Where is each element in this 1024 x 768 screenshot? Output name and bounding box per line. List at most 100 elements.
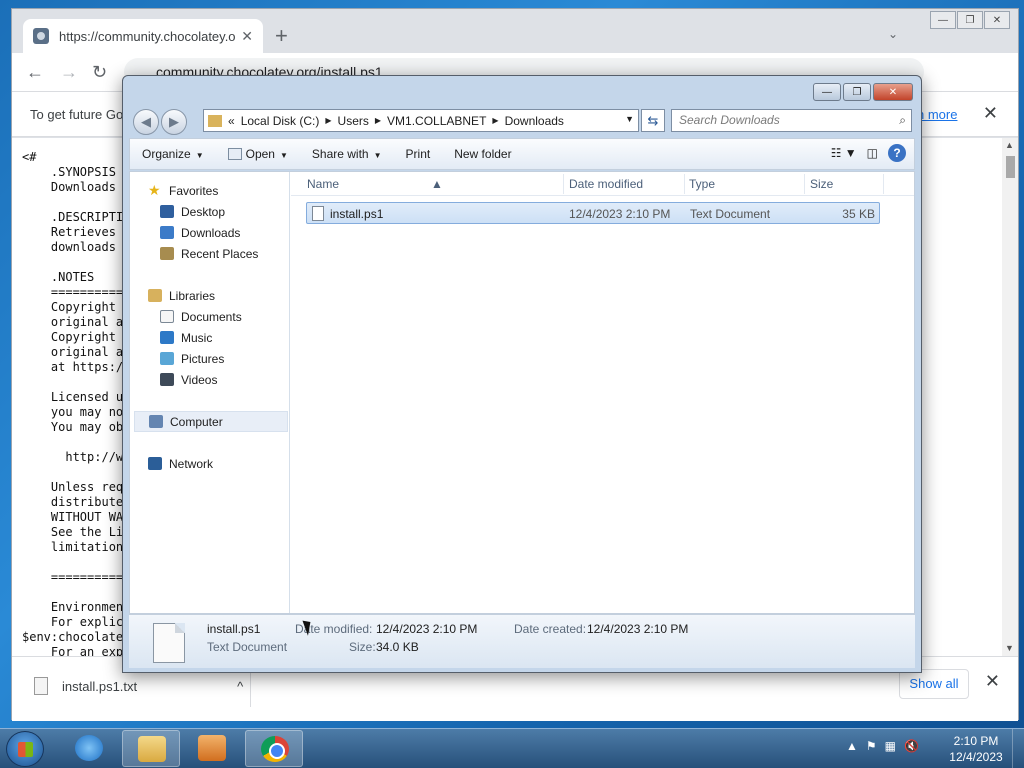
nav-label: Videos [181, 372, 218, 387]
nav-downloads[interactable]: Downloads [160, 222, 240, 243]
forward-icon[interactable]: → [60, 62, 78, 83]
breadcrumb-item[interactable]: Local Disk (C:) [241, 114, 320, 128]
help-icon[interactable]: ? [888, 144, 906, 162]
nav-label: Downloads [181, 225, 241, 240]
scroll-thumb[interactable] [1006, 156, 1015, 178]
share-with-label: Share with [311, 147, 369, 161]
chevron-down-icon[interactable]: ▼ [625, 114, 634, 124]
taskbar-internet-explorer[interactable] [60, 730, 118, 767]
nav-documents[interactable]: Documents [160, 306, 242, 327]
minimize-button[interactable]: — [813, 83, 841, 101]
search-input[interactable]: Search Downloads ⌕ [671, 109, 912, 132]
close-button[interactable]: ✕ [984, 11, 1010, 29]
back-button[interactable]: ◀ [133, 109, 159, 135]
script-text: <# .SYNOPSIS Downloads .DESCRIPTI Retrie… [22, 150, 124, 656]
close-button[interactable]: ✕ [873, 83, 913, 101]
taskbar-media-player[interactable] [183, 730, 241, 767]
chevron-right-icon[interactable]: ▶ [325, 116, 331, 125]
file-row[interactable]: install.ps1 12/4/2023 2:10 PM Text Docum… [306, 202, 880, 224]
maximize-button[interactable]: ❐ [843, 83, 871, 101]
clock-date: 12/4/2023 [949, 750, 1003, 764]
nav-videos[interactable]: Videos [160, 369, 217, 390]
nav-label: Music [181, 330, 213, 345]
nav-favorites[interactable]: ★ Favorites [148, 180, 218, 201]
download-item[interactable]: install.ps1.txt ^ [34, 675, 243, 697]
info-bar-close-icon[interactable]: ✕ [983, 103, 998, 124]
column-date-modified[interactable]: Date modified [569, 177, 643, 191]
open-button[interactable]: Open ▼ [216, 147, 300, 161]
chevron-up-icon[interactable]: ^ [237, 679, 243, 694]
action-center-icon[interactable]: ⚑ [866, 739, 877, 753]
system-tray: ▲ ⚑ ▦ 🔇 [846, 739, 927, 753]
new-folder-button[interactable]: New folder [442, 147, 523, 161]
nav-music[interactable]: Music [160, 327, 212, 348]
videos-icon [160, 373, 174, 386]
nav-network[interactable]: Network [148, 453, 213, 474]
divider[interactable] [563, 174, 564, 194]
file-list: Name ▲ Date modified Type Size install.p… [291, 172, 914, 613]
file-size: 35 KB [842, 207, 875, 221]
volume-muted-icon[interactable]: 🔇 [904, 739, 919, 753]
internet-explorer-icon [75, 735, 103, 761]
column-size[interactable]: Size [810, 177, 833, 191]
forward-button[interactable]: ▶ [161, 109, 187, 135]
nav-desktop[interactable]: Desktop [160, 201, 225, 222]
scroll-down-icon[interactable]: ▼ [1005, 643, 1014, 653]
page-scrollbar[interactable]: ▲ ▼ [1002, 138, 1018, 656]
explorer-title-bar[interactable]: — ❐ ✕ [123, 76, 921, 106]
view-options-icon[interactable]: ☷ ▼ [831, 146, 857, 160]
network-icon[interactable]: ▦ [885, 739, 896, 753]
minimize-button[interactable]: — [930, 11, 956, 29]
browser-tab[interactable]: https://community.chocolatey.or ✕ [23, 19, 263, 53]
print-button[interactable]: Print [394, 147, 443, 161]
document-icon [227, 148, 242, 160]
divider[interactable] [883, 174, 884, 194]
nav-recent-places[interactable]: Recent Places [160, 243, 258, 264]
clock[interactable]: 2:10 PM 12/4/2023 [936, 733, 1016, 765]
show-all-button[interactable]: Show all [899, 669, 969, 699]
pictures-icon [160, 352, 174, 365]
download-filename[interactable]: install.ps1.txt [62, 679, 137, 694]
taskbar-chrome[interactable] [245, 730, 303, 767]
chevron-right-icon[interactable]: ▶ [375, 116, 381, 125]
share-with-button[interactable]: Share with ▼ [300, 147, 394, 161]
start-button[interactable] [6, 731, 44, 767]
address-breadcrumb[interactable]: « Local Disk (C:) ▶ Users ▶ VM1.COLLABNE… [203, 109, 639, 132]
scroll-up-icon[interactable]: ▲ [1005, 140, 1014, 150]
breadcrumb-item[interactable]: Users [338, 114, 369, 128]
preview-pane-icon[interactable]: ◫ [867, 146, 878, 160]
column-name[interactable]: Name [307, 177, 339, 191]
nav-computer[interactable]: Computer [134, 411, 288, 432]
download-shelf-close-icon[interactable]: ✕ [985, 671, 1000, 692]
search-icon[interactable]: ⌕ [899, 110, 906, 131]
divider[interactable] [804, 174, 805, 194]
maximize-button[interactable]: ❐ [957, 11, 983, 29]
network-icon [148, 457, 162, 470]
tab-close-icon[interactable]: ✕ [241, 28, 253, 45]
breadcrumb-item[interactable]: VM1.COLLABNET [387, 114, 486, 128]
divider[interactable] [684, 174, 685, 194]
organize-button[interactable]: Organize ▼ [130, 147, 216, 161]
nav-label: Recent Places [181, 246, 259, 261]
site-favicon-icon [33, 28, 49, 44]
taskbar-explorer[interactable] [122, 730, 180, 767]
explorer-window: — ❐ ✕ ◀ ▶ « Local Disk (C:) ▶ Users ▶ VM… [122, 75, 922, 673]
nav-libraries[interactable]: Libraries [148, 285, 215, 306]
organize-label: Organize [142, 147, 191, 161]
refresh-button[interactable]: ⇆ [641, 109, 665, 132]
show-desktop-button[interactable] [1012, 729, 1024, 768]
new-tab-button[interactable]: + [275, 25, 288, 47]
breadcrumb-overflow[interactable]: « [228, 114, 235, 128]
documents-icon [160, 310, 174, 323]
nav-pictures[interactable]: Pictures [160, 348, 224, 369]
divider [250, 671, 251, 707]
column-type[interactable]: Type [689, 177, 715, 191]
reload-icon[interactable]: ↻ [92, 62, 107, 83]
breadcrumb-item[interactable]: Downloads [505, 114, 564, 128]
back-icon[interactable]: ← [26, 62, 44, 83]
details-filename: install.ps1 [207, 622, 261, 636]
tab-search-icon[interactable]: ⌄ [888, 27, 898, 41]
chevron-right-icon[interactable]: ▶ [492, 116, 498, 125]
learn-more-link[interactable]: n more [917, 107, 957, 122]
show-hidden-icons-icon[interactable]: ▲ [846, 739, 858, 753]
